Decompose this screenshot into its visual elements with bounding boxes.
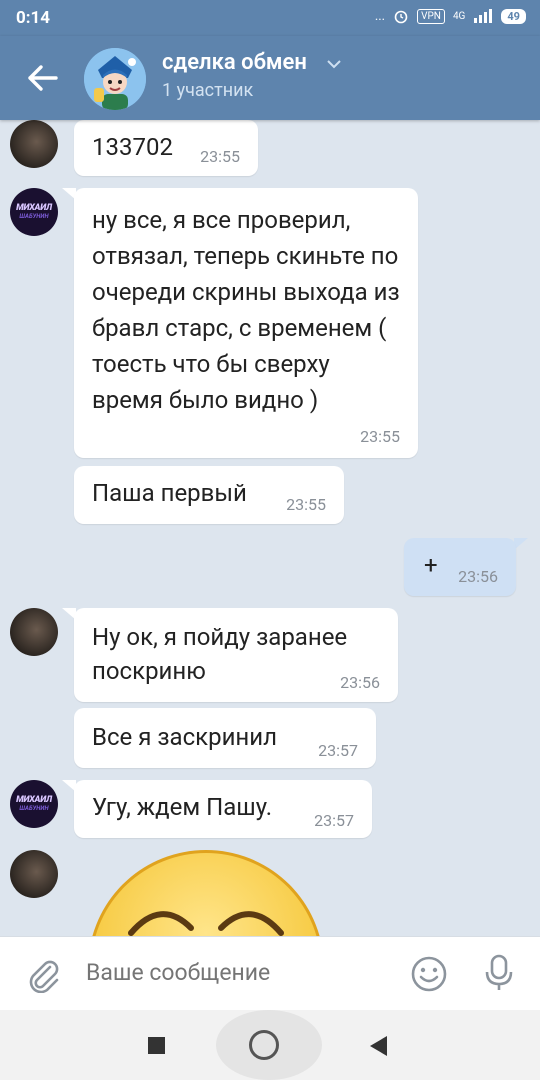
sender-avatar-logo[interactable]: МИХАИЛ ШАБУНИН — [10, 780, 58, 828]
message-text: Угу, ждем Пашу. — [92, 793, 273, 821]
message-bubble[interactable]: Ну ок, я пойду заранее поскриню 23:56 — [74, 608, 398, 702]
chat-subtitle: 1 участник — [162, 80, 254, 101]
message-text: Паша первый — [92, 479, 247, 507]
logo-line2: ШАБУНИН — [19, 805, 49, 812]
status-bar: 0:14 ... VPN 4G 49 — [0, 0, 540, 36]
chevron-down-icon[interactable] — [326, 58, 342, 70]
sender-avatar[interactable] — [10, 608, 58, 656]
home-button[interactable] — [216, 1010, 322, 1080]
microphone-icon[interactable] — [482, 953, 516, 993]
home-circle-icon — [249, 1030, 279, 1060]
message-text: 133702 — [92, 133, 173, 161]
signal-icon — [474, 9, 493, 23]
message-bubble[interactable]: 133702 23:55 — [74, 120, 258, 176]
back-arrow-icon[interactable] — [24, 62, 60, 94]
network-type: 4G — [452, 10, 466, 22]
chat-title[interactable]: сделка обмен — [162, 50, 307, 75]
message-feed[interactable]: 133702 23:55 МИХАИЛ ШАБУНИН ну все, я вс… — [0, 120, 540, 936]
message-input[interactable] — [86, 959, 386, 986]
system-nav-bar — [0, 1010, 540, 1080]
sender-avatar[interactable] — [10, 850, 58, 898]
composer-bar — [0, 936, 540, 1011]
message-bubble[interactable]: Угу, ждем Пашу. 23:57 — [74, 780, 372, 838]
message-time: 23:55 — [200, 147, 240, 166]
logo-line1: МИХАИЛ — [16, 203, 52, 213]
recents-square-icon[interactable] — [148, 1037, 165, 1054]
smiley-sticker[interactable] — [88, 850, 324, 936]
more-dots: ... — [374, 8, 386, 24]
message-time: 23:55 — [286, 495, 326, 514]
bubble-tail — [514, 538, 528, 550]
message-time: 23:56 — [340, 673, 380, 692]
message-time: 23:55 — [360, 427, 400, 446]
logo-line2: ШАБУНИН — [19, 213, 49, 220]
logo-line1: МИХАИЛ — [16, 795, 52, 805]
vpn-badge: VPN — [417, 8, 445, 24]
message-time: 23:56 — [458, 567, 498, 586]
message-bubble[interactable]: Паша первый 23:55 — [74, 466, 344, 524]
sender-avatar[interactable] — [10, 120, 58, 168]
chat-header: сделка обмен 1 участник — [0, 36, 540, 120]
message-time: 23:57 — [318, 741, 358, 760]
message-text: + — [424, 551, 438, 579]
character-avatar-image — [84, 48, 146, 110]
message-bubble-outgoing[interactable]: + 23:56 — [404, 538, 516, 596]
message-text: Все я заскринил — [92, 723, 277, 751]
message-time: 23:57 — [314, 811, 354, 830]
back-triangle-icon[interactable] — [370, 1036, 387, 1056]
message-bubble[interactable]: ну все, я все проверил, отвязал, теперь … — [74, 188, 418, 458]
status-time: 0:14 — [16, 8, 51, 28]
smile-icon[interactable] — [410, 955, 448, 993]
sticker-eyes-icon — [128, 911, 284, 936]
message-text: ну все, я все проверил, отвязал, теперь … — [92, 206, 400, 414]
sender-avatar-logo[interactable]: МИХАИЛ ШАБУНИН — [10, 188, 58, 236]
battery-indicator: 49 — [501, 8, 526, 24]
message-bubble[interactable]: Все я заскринил 23:57 — [74, 708, 376, 768]
paperclip-icon[interactable] — [24, 955, 62, 993]
message-text: Ну ок, я пойду заранее поскриню — [92, 623, 348, 685]
chat-avatar[interactable] — [84, 48, 146, 110]
alarm-icon — [394, 10, 408, 24]
